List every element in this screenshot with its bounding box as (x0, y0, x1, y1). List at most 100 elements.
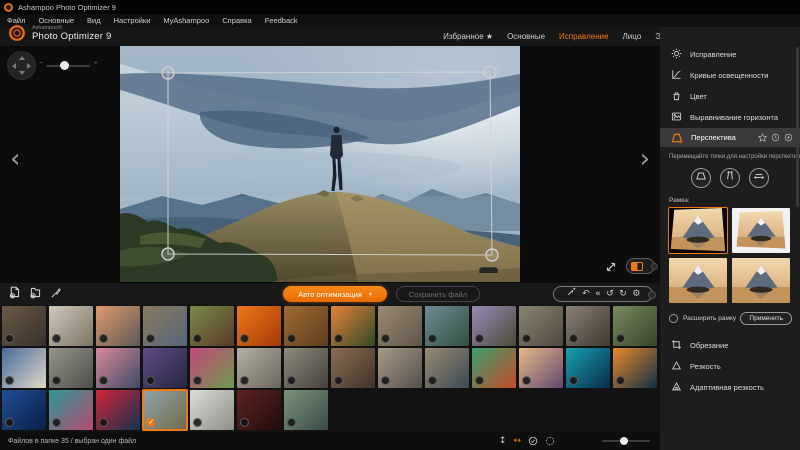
optimize-status-badge[interactable] (99, 334, 108, 343)
filmstrip-thumbnail[interactable] (96, 348, 140, 388)
filmstrip-thumbnail[interactable] (613, 348, 657, 388)
add-folder-icon[interactable] (29, 286, 42, 304)
photo-canvas[interactable] (120, 46, 520, 282)
optimize-status-badge[interactable] (146, 376, 155, 385)
thumbnail-size-knob[interactable] (620, 437, 628, 445)
filmstrip-thumbnail[interactable] (190, 390, 234, 430)
frame-option-crop-black[interactable] (669, 208, 727, 253)
fit-height-icon[interactable]: ↕ (499, 436, 507, 446)
filmstrip-thumbnail[interactable] (425, 348, 469, 388)
optimize-status-badge[interactable] (475, 334, 484, 343)
optimize-status-badge[interactable] (616, 334, 625, 343)
optimize-status-badge[interactable] (5, 334, 14, 343)
filmstrip-thumbnail[interactable] (519, 306, 563, 346)
frame-option-full-2[interactable] (732, 258, 790, 303)
filmstrip-thumbnail[interactable] (190, 348, 234, 388)
filmstrip-thumbnail[interactable] (143, 348, 187, 388)
fit-width-icon[interactable]: ↔ (513, 436, 521, 446)
optimize-status-badge[interactable] (616, 376, 625, 385)
filmstrip-thumbnail[interactable] (472, 306, 516, 346)
thumbnail-size-slider[interactable] (602, 440, 650, 442)
circle-check-icon[interactable] (528, 436, 538, 446)
optimize-status-badge[interactable] (334, 376, 343, 385)
filmstrip-thumbnail[interactable] (566, 348, 610, 388)
sidebar-item-horizon[interactable]: Выравнивание горизонта (660, 107, 800, 128)
sidebar-item-adaptive-sharpen[interactable]: Адаптивная резкость (660, 377, 800, 398)
menu-item-6[interactable]: Feedback (265, 16, 298, 25)
optimize-status-badge[interactable] (5, 376, 14, 385)
optimize-status-badge[interactable] (428, 376, 437, 385)
frame-option-crop-white[interactable] (732, 208, 790, 253)
expand-frame-radio[interactable] (669, 314, 678, 323)
optimize-status-badge[interactable] (522, 334, 531, 343)
sidebar-item-sharpen[interactable]: Резкость (660, 356, 800, 377)
save-file-button[interactable]: Сохранить файл (396, 286, 480, 302)
filmstrip-thumbnail[interactable] (49, 390, 93, 430)
filmstrip-thumbnail[interactable] (331, 348, 375, 388)
optimize-status-badge[interactable] (5, 418, 14, 427)
filmstrip-thumbnail[interactable] (284, 306, 328, 346)
zoom-out-icon[interactable]: − (39, 60, 43, 67)
filmstrip-thumbnail[interactable] (96, 390, 140, 430)
menu-item-5[interactable]: Справка (222, 16, 251, 25)
optimize-status-badge[interactable] (475, 376, 484, 385)
auto-optimize-button[interactable]: Авто оптимизация ▾ (283, 286, 387, 302)
perspective-free-mode-button[interactable] (691, 168, 711, 188)
optimize-status-badge[interactable] (193, 418, 202, 427)
filmstrip-thumbnail[interactable] (237, 390, 281, 430)
tab-исправление[interactable]: Исправление (559, 32, 609, 41)
tools-pill-nub[interactable] (648, 291, 656, 299)
optimize-status-badge[interactable] (428, 334, 437, 343)
optimize-status-badge[interactable] (334, 334, 343, 343)
perspective-overlay[interactable] (120, 46, 520, 282)
optimized-check-badge[interactable] (146, 418, 155, 427)
expand-icon[interactable] (604, 260, 618, 274)
optimize-status-badge[interactable] (287, 376, 296, 385)
filmstrip-thumbnail[interactable] (2, 306, 46, 346)
sidebar-item-perspective[interactable]: Перспектива (660, 128, 800, 147)
optimize-status-badge[interactable] (569, 334, 578, 343)
optimize-status-badge[interactable] (287, 334, 296, 343)
compare-toggle[interactable] (626, 258, 655, 274)
optimize-status-badge[interactable] (193, 334, 202, 343)
filmstrip-thumbnail[interactable] (566, 306, 610, 346)
optimize-status-badge[interactable] (381, 376, 390, 385)
optimize-status-badge[interactable] (240, 334, 249, 343)
filmstrip-thumbnail[interactable] (2, 348, 46, 388)
magic-wand-icon[interactable] (566, 286, 577, 302)
perspective-horizontal-mode-button[interactable] (749, 168, 769, 188)
filmstrip-thumbnail[interactable] (49, 348, 93, 388)
zoom-slider[interactable]: − + (42, 63, 94, 69)
filmstrip-thumbnail[interactable] (613, 306, 657, 346)
optimize-status-badge[interactable] (522, 376, 531, 385)
undo-all-icon[interactable]: « (595, 287, 601, 301)
optimize-status-badge[interactable] (52, 418, 61, 427)
next-photo-button[interactable]: › (640, 144, 650, 174)
previous-photo-button[interactable]: ‹ (10, 144, 20, 174)
perspective-vertical-mode-button[interactable] (720, 168, 740, 188)
optimize-status-badge[interactable] (240, 376, 249, 385)
retouch-brush-icon[interactable] (50, 286, 62, 304)
sidebar-item-brightness[interactable]: Исправление (660, 44, 800, 65)
undo-icon[interactable]: ↶ (582, 287, 590, 301)
optimize-status-badge[interactable] (240, 418, 249, 427)
filmstrip-thumbnail[interactable] (284, 348, 328, 388)
optimize-status-badge[interactable] (569, 376, 578, 385)
tab-избранное[interactable]: Избранное ★ (443, 32, 493, 41)
filmstrip-thumbnail[interactable] (284, 390, 328, 430)
filmstrip-thumbnail-selected[interactable] (143, 390, 187, 430)
filmstrip-thumbnail[interactable] (237, 306, 281, 346)
filmstrip-thumbnail[interactable] (237, 348, 281, 388)
optimize-status-badge[interactable] (287, 418, 296, 427)
pan-dpad[interactable] (7, 51, 36, 80)
zoom-in-icon[interactable]: + (94, 60, 98, 67)
compare-toggle-nub[interactable] (651, 263, 658, 270)
apply-button[interactable]: Применить (740, 312, 792, 325)
sidebar-item-curves[interactable]: Кривые освещенности (660, 65, 800, 86)
frame-option-full-1[interactable] (669, 258, 727, 303)
panel-collapse-handle[interactable] (479, 267, 498, 273)
filmstrip-thumbnail[interactable] (190, 306, 234, 346)
favorite-star-icon[interactable] (758, 133, 767, 142)
optimize-status-badge[interactable] (99, 418, 108, 427)
sidebar-item-color[interactable]: Цвет (660, 86, 800, 107)
